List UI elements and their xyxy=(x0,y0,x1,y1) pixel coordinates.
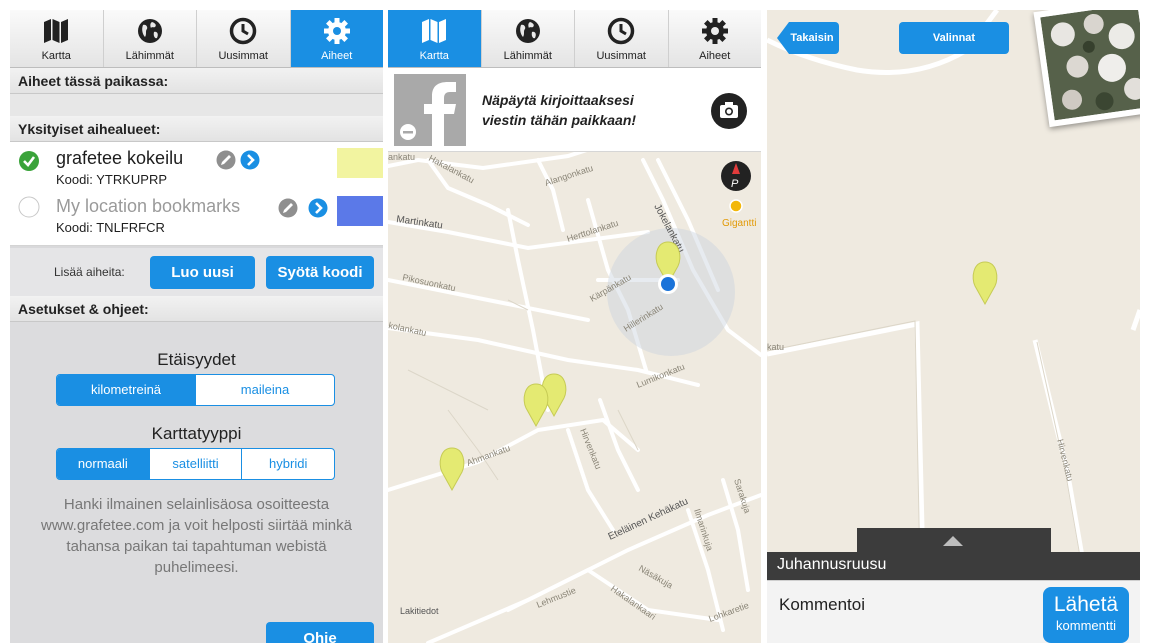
tab-bar: Kartta Lähimmät Uusimmat Aiheet xyxy=(388,10,761,68)
map-type-selector[interactable]: normaali satelliitti hybridi xyxy=(56,448,335,480)
distances-title: Etäisyydet xyxy=(157,350,236,369)
compass-icon[interactable]: P xyxy=(721,161,751,191)
street-label: ankatu xyxy=(388,152,415,162)
chevron-up-icon xyxy=(943,536,963,546)
place-detail-screen: katu Hirvenkatu Takaisin Valinnat Juhann… xyxy=(767,10,1140,643)
browser-extension-info: Hanki ilmainen selainlisäosa osoitteesta… xyxy=(41,496,352,576)
tab-label: Lähimmät xyxy=(503,50,552,62)
settings-panel: Etäisyydet kilometreinä maileina Karttat… xyxy=(10,322,383,643)
options-button[interactable]: Valinnat xyxy=(899,22,1009,54)
gear-icon xyxy=(701,18,728,44)
tab-uusimmat[interactable]: Uusimmat xyxy=(197,10,291,67)
send-button-sublabel: kommentti xyxy=(1056,618,1116,633)
topics-screen: Kartta Lähimmät Uusimmat Aiheet Aiheet t… xyxy=(10,10,383,643)
post-prompt-line: viestin tähän paikkaan! xyxy=(482,112,637,128)
checkmark-icon[interactable] xyxy=(18,150,40,172)
tab-aiheet[interactable]: Aiheet xyxy=(669,10,762,67)
topic-color-swatch[interactable] xyxy=(337,196,383,226)
facebook-icon[interactable] xyxy=(394,74,466,146)
section-header-here: Aiheet tässä paikassa: xyxy=(10,68,383,94)
compass-label: P xyxy=(731,178,739,190)
back-button[interactable]: Takaisin xyxy=(777,22,839,54)
maptype-title: Karttatyyppi xyxy=(151,424,242,443)
drawer-handle[interactable] xyxy=(857,528,1051,554)
street-label: Lakitiedot xyxy=(400,606,439,616)
edit-icon[interactable] xyxy=(278,198,298,218)
empty-band xyxy=(10,94,383,116)
send-comment-button[interactable]: Lähetä kommentti xyxy=(1043,587,1129,643)
map-icon xyxy=(44,19,69,43)
globe-icon xyxy=(137,19,162,43)
tab-label: Kartta xyxy=(419,50,449,62)
tab-label: Lähimmät xyxy=(125,50,174,62)
place-title-bar: Juhannusruusu xyxy=(767,552,1140,580)
topic-code: Koodi: YTRKUPRP xyxy=(56,172,168,187)
add-topics-row: Lisää aiheita: Luo uusi Syötä koodi xyxy=(10,248,383,296)
tab-uusimmat[interactable]: Uusimmat xyxy=(575,10,669,67)
topic-name: grafetee kokeilu xyxy=(56,148,184,168)
chevron-right-icon[interactable] xyxy=(308,198,328,218)
street-label: katu xyxy=(767,342,784,352)
section-header-private: Yksityiset aihealueet: xyxy=(10,116,383,142)
tab-lahimmat[interactable]: Lähimmät xyxy=(104,10,197,67)
add-topics-label: Lisää aiheita: xyxy=(54,265,125,279)
topic-color-swatch[interactable] xyxy=(337,148,383,178)
tab-kartta[interactable]: Kartta xyxy=(10,10,104,67)
tab-aiheet[interactable]: Aiheet xyxy=(290,10,383,67)
camera-icon[interactable] xyxy=(710,92,748,130)
create-topic-button[interactable]: Luo uusi xyxy=(150,256,255,289)
tab-kartta[interactable]: Kartta xyxy=(388,10,482,67)
comment-panel: Kommentoi Lähetä kommentti xyxy=(767,580,1140,643)
chevron-right-icon[interactable] xyxy=(240,150,260,170)
topic-code: Koodi: TNLFRFCR xyxy=(56,220,165,235)
post-prompt-line: Näpäytä kirjoittaaksesi xyxy=(482,92,634,108)
distance-option-miles[interactable]: maileina xyxy=(196,375,334,405)
distance-option-km[interactable]: kilometreinä xyxy=(57,375,196,405)
clock-icon xyxy=(608,17,635,45)
place-photo[interactable] xyxy=(1033,10,1140,128)
tab-label: Kartta xyxy=(41,50,71,62)
map-screen: Alangonkatu Hakalankatu ankatu Martinkat… xyxy=(388,10,761,643)
maptype-option-hybrid[interactable]: hybridi xyxy=(242,449,334,479)
section-header-settings: Asetukset & ohjeet: xyxy=(10,296,383,322)
tab-lahimmat[interactable]: Lähimmät xyxy=(482,10,575,67)
distance-unit-selector[interactable]: kilometreinä maileina xyxy=(56,374,335,406)
unchecked-circle-icon[interactable] xyxy=(18,196,40,218)
place-name: Juhannusruusu xyxy=(777,556,887,573)
maptype-option-normal[interactable]: normaali xyxy=(57,449,150,479)
enter-code-button[interactable]: Syötä koodi xyxy=(266,256,374,289)
topic-row[interactable]: My location bookmarks Koodi: TNLFRFCR xyxy=(10,190,383,246)
edit-icon[interactable] xyxy=(216,150,236,170)
send-button-label: Lähetä xyxy=(1053,593,1119,616)
clock-icon xyxy=(230,17,257,45)
help-button[interactable]: Ohje xyxy=(266,622,374,643)
tab-label: Uusimmat xyxy=(218,50,268,62)
topic-name: My location bookmarks xyxy=(56,196,241,216)
tab-bar: Kartta Lähimmät Uusimmat Aiheet xyxy=(10,10,383,68)
tab-label: Uusimmat xyxy=(596,50,646,62)
post-prompt: Näpäytä kirjoittaaksesi viestin tähän pa… xyxy=(482,90,636,130)
current-location-icon xyxy=(658,274,678,294)
poi-label: Gigantti xyxy=(722,218,756,229)
map-icon xyxy=(422,19,447,43)
globe-icon xyxy=(515,19,540,43)
tab-label: Aiheet xyxy=(699,50,731,62)
photo-thumbnail-image xyxy=(1040,10,1140,121)
gear-icon xyxy=(323,18,350,44)
maptype-option-satellite[interactable]: satelliitti xyxy=(150,449,243,479)
comment-input[interactable]: Kommentoi xyxy=(779,595,865,615)
tab-label: Aiheet xyxy=(321,50,353,62)
post-message-bar[interactable]: Näpäytä kirjoittaaksesi viestin tähän pa… xyxy=(388,68,761,152)
